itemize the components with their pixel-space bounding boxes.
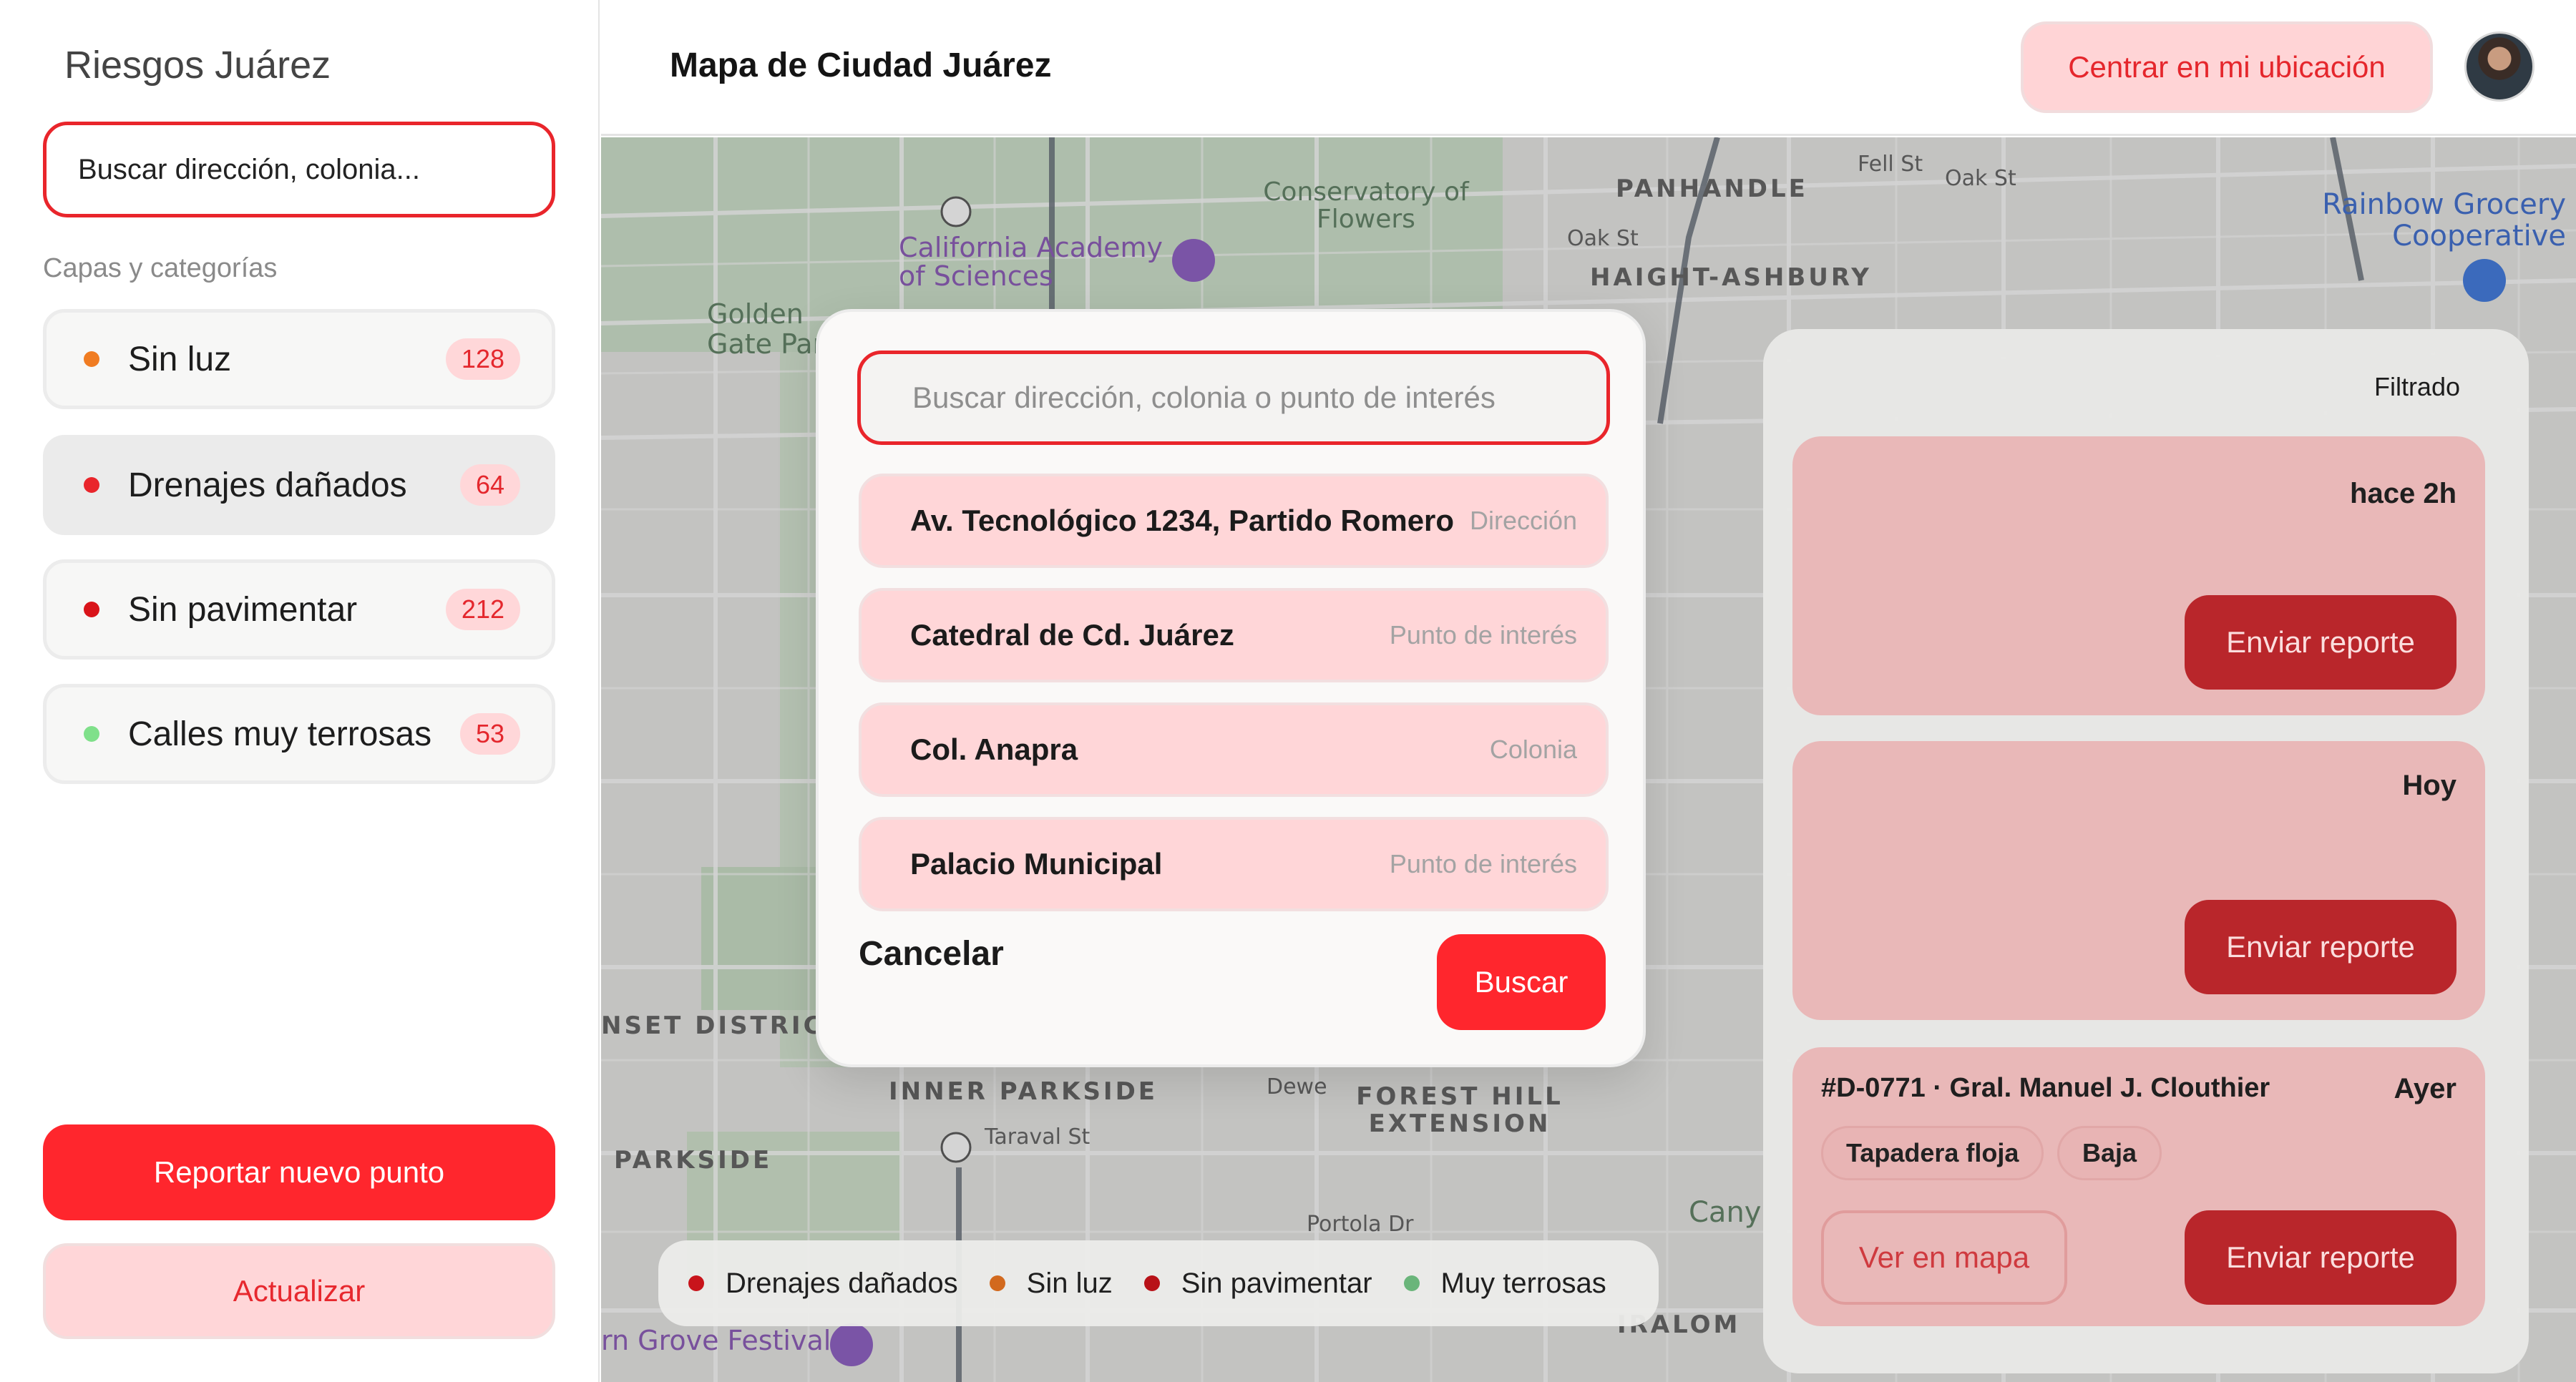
refresh-button[interactable]: Actualizar (43, 1243, 555, 1339)
send-report-button[interactable]: Enviar reporte (2185, 595, 2457, 690)
legend-dot (1403, 1275, 1420, 1291)
layer-color-dot (84, 351, 99, 367)
layer-item-drenajes[interactable]: Drenajes dañados 64 (43, 435, 555, 535)
result-kind: Punto de interés (1389, 620, 1577, 650)
layer-label: Calles muy terrosas (128, 715, 432, 753)
app-title: Riesgos Juárez (64, 44, 331, 87)
user-avatar-icon[interactable] (2464, 31, 2534, 102)
search-result-item[interactable]: Palacio Municipal Punto de interés (859, 817, 1609, 911)
layer-count-badge: 64 (459, 464, 520, 506)
layer-color-dot (84, 726, 99, 742)
search-result-item[interactable]: Col. Anapra Colonia (859, 702, 1609, 797)
report-card: hace 2h Enviar reporte (1792, 436, 2485, 715)
report-time: Hoy (2402, 770, 2457, 801)
legend-dot (688, 1275, 704, 1291)
legend-label: Drenajes dañados (726, 1267, 958, 1299)
modal-search-input[interactable]: Buscar dirección, colonia o punto de int… (857, 351, 1610, 445)
layer-label: Drenajes dañados (128, 466, 407, 504)
result-name: Av. Tecnológico 1234, Partido Romero (910, 504, 1455, 537)
layer-count-badge: 53 (459, 713, 520, 755)
legend-item: Sin pavimentar (1143, 1267, 1372, 1300)
layer-color-dot (84, 602, 99, 617)
legend-dot (1143, 1275, 1160, 1291)
report-tag: Tapadera floja (1821, 1126, 2044, 1180)
send-report-button[interactable]: Enviar reporte (2185, 1210, 2457, 1305)
report-time: hace 2h (2350, 478, 2457, 509)
report-time: Ayer (2394, 1073, 2457, 1104)
layer-label: Sin luz (128, 340, 232, 378)
page-title: Mapa de Ciudad Juárez (670, 46, 1052, 84)
layers-section-label: Capas y categorías (43, 253, 278, 283)
result-kind: Dirección (1469, 506, 1577, 535)
cancel-button[interactable]: Cancelar (859, 934, 1004, 974)
sidebar: Riesgos Juárez Buscar dirección, colonia… (0, 0, 600, 1382)
search-result-item[interactable]: Catedral de Cd. Juárez Punto de interés (859, 588, 1609, 682)
report-title: #D-0771 · Gral. Manuel J. Clouthier (1821, 1073, 2270, 1103)
layer-count-badge: 212 (445, 589, 520, 630)
reports-filter-label[interactable]: Filtrado (2374, 372, 2460, 402)
legend-label: Sin pavimentar (1181, 1267, 1372, 1299)
legend-item: Sin luz (989, 1267, 1113, 1300)
sidebar-search-input[interactable]: Buscar dirección, colonia... (43, 122, 555, 217)
report-card: #D-0771 · Gral. Manuel J. Clouthier Ayer… (1792, 1047, 2485, 1326)
top-header: Mapa de Ciudad Juárez Centrar en mi ubic… (601, 0, 2576, 136)
send-report-button[interactable]: Enviar reporte (2185, 900, 2457, 994)
search-button[interactable]: Buscar (1437, 934, 1606, 1030)
result-name: Catedral de Cd. Juárez (910, 618, 1234, 652)
center-location-button[interactable]: Centrar en mi ubicación (2021, 21, 2433, 113)
view-on-map-button[interactable]: Ver en mapa (1821, 1210, 2067, 1305)
layer-count-badge: 128 (445, 338, 520, 380)
result-kind: Colonia (1489, 735, 1577, 764)
layer-label: Sin pavimentar (128, 590, 358, 629)
result-kind: Punto de interés (1389, 849, 1577, 878)
search-result-item[interactable]: Av. Tecnológico 1234, Partido Romero Dir… (859, 474, 1609, 568)
legend-dot (989, 1275, 1005, 1291)
layer-item-sin-luz[interactable]: Sin luz 128 (43, 309, 555, 409)
legend-item: Drenajes dañados (688, 1268, 958, 1300)
result-name: Palacio Municipal (910, 847, 1163, 881)
layer-color-dot (84, 477, 99, 493)
legend-label: Muy terrosas (1440, 1267, 1606, 1299)
search-modal: Buscar dirección, colonia o punto de int… (816, 309, 1646, 1067)
report-severity-tag: Baja (2057, 1126, 2162, 1180)
legend-label: Sin luz (1026, 1267, 1113, 1299)
layer-item-calles-terrosas[interactable]: Calles muy terrosas 53 (43, 684, 555, 784)
result-name: Col. Anapra (910, 732, 1078, 766)
layer-item-sin-pavimentar[interactable]: Sin pavimentar 212 (43, 559, 555, 660)
report-new-point-button[interactable]: Reportar nuevo punto (43, 1124, 555, 1220)
legend-item: Muy terrosas (1403, 1267, 1606, 1300)
report-card: Hoy Enviar reporte (1792, 741, 2485, 1020)
map-legend: Drenajes dañados Sin luz Sin pavimentar … (658, 1240, 1659, 1326)
